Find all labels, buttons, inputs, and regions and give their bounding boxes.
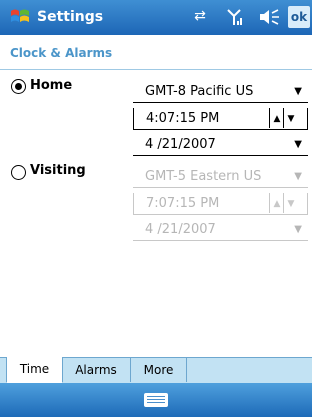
visiting-date-dropdown[interactable]: 4 /21/2007 ▼ bbox=[133, 219, 308, 241]
signal-strength-icon[interactable] bbox=[226, 8, 244, 26]
page-title: Clock & Alarms bbox=[10, 46, 113, 60]
home-date-dropdown[interactable]: 4 /21/2007 ▼ bbox=[133, 134, 308, 156]
visiting-label: Visiting bbox=[30, 163, 86, 178]
spin-down-icon[interactable]: ▼ bbox=[283, 193, 298, 213]
home-time-value: 4:07:15 PM bbox=[146, 111, 220, 126]
volume-icon[interactable] bbox=[258, 8, 282, 26]
visiting-time-spinner[interactable]: 7:07:15 PM ▲ ▼ bbox=[133, 193, 308, 215]
keyboard-icon[interactable] bbox=[144, 393, 168, 407]
visiting-radio[interactable] bbox=[11, 165, 26, 180]
spin-up-icon[interactable]: ▲ bbox=[269, 193, 284, 213]
visiting-timezone-value: GMT-5 Eastern US bbox=[145, 169, 262, 184]
windows-flag-icon[interactable] bbox=[9, 6, 31, 28]
visiting-time-value: 7:07:15 PM bbox=[146, 196, 220, 211]
spin-up-icon[interactable]: ▲ bbox=[269, 108, 284, 128]
title-bar: Settings ⇄ ok bbox=[0, 0, 312, 35]
home-label: Home bbox=[30, 78, 73, 93]
home-timezone-value: GMT-8 Pacific US bbox=[145, 84, 254, 99]
home-timezone-dropdown[interactable]: GMT-8 Pacific US ▼ bbox=[133, 81, 308, 103]
tab-alarms[interactable]: Alarms bbox=[62, 358, 131, 382]
page-header: Clock & Alarms bbox=[0, 35, 312, 70]
spin-down-icon[interactable]: ▼ bbox=[283, 108, 298, 128]
app-title: Settings bbox=[37, 9, 104, 25]
soft-key-bar bbox=[0, 383, 312, 417]
visiting-date-value: 4 /21/2007 bbox=[145, 222, 216, 237]
home-time-spinner[interactable]: 4:07:15 PM ▲ ▼ bbox=[133, 108, 308, 130]
home-date-value: 4 /21/2007 bbox=[145, 137, 216, 152]
tab-bar: Time Alarms More bbox=[0, 357, 312, 383]
header-divider bbox=[0, 69, 312, 70]
chevron-down-icon: ▼ bbox=[294, 86, 302, 97]
tab-time[interactable]: Time bbox=[6, 357, 63, 383]
home-radio[interactable] bbox=[11, 79, 26, 94]
visiting-timezone-dropdown[interactable]: GMT-5 Eastern US ▼ bbox=[133, 166, 308, 188]
chevron-down-icon: ▼ bbox=[294, 171, 302, 182]
chevron-down-icon: ▼ bbox=[294, 224, 302, 235]
chevron-down-icon: ▼ bbox=[294, 139, 302, 150]
connectivity-arrows-icon[interactable]: ⇄ bbox=[191, 8, 209, 26]
tab-more[interactable]: More bbox=[131, 358, 187, 382]
ok-button[interactable]: ok bbox=[288, 6, 310, 28]
